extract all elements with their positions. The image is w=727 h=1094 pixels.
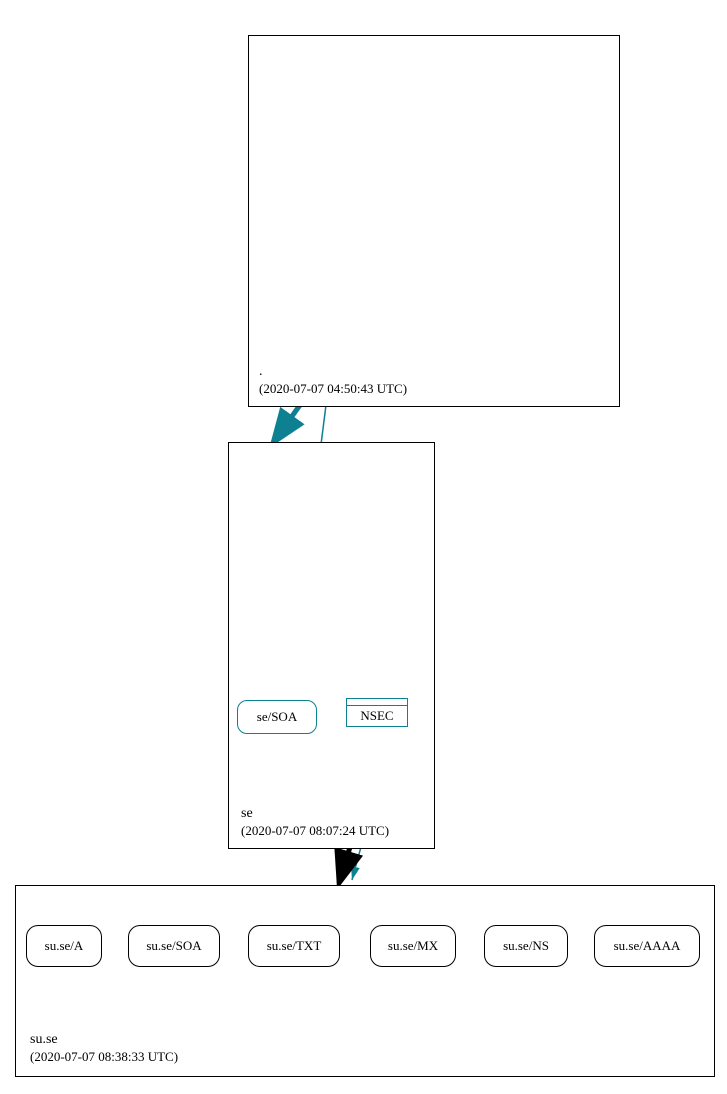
zone-suse-timestamp: (2020-07-07 08:38:33 UTC) bbox=[30, 1049, 178, 1066]
suse-rr-a: su.se/A bbox=[26, 925, 102, 967]
suse-rr-mx: su.se/MX bbox=[370, 925, 456, 967]
edge-se-to-suse-thick bbox=[340, 847, 350, 880]
se-nsec-record: NSEC bbox=[346, 698, 408, 727]
zone-se-name: se bbox=[241, 805, 389, 823]
zone-se-timestamp: (2020-07-07 08:07:24 UTC) bbox=[241, 823, 389, 840]
zone-se-box: se (2020-07-07 08:07:24 UTC) bbox=[228, 442, 435, 849]
edge-root-to-se-thick bbox=[275, 405, 300, 440]
suse-rr-soa: su.se/SOA bbox=[128, 925, 220, 967]
zone-suse-box: su.se (2020-07-07 08:38:33 UTC) bbox=[15, 885, 715, 1077]
zone-root-timestamp: (2020-07-07 04:50:43 UTC) bbox=[259, 381, 407, 398]
zone-root-name: . bbox=[259, 363, 407, 381]
zone-root-box: . (2020-07-07 04:50:43 UTC) bbox=[248, 35, 620, 407]
suse-rr-ns: su.se/NS bbox=[484, 925, 568, 967]
zone-suse-name: su.se bbox=[30, 1031, 178, 1049]
suse-rr-aaaa: su.se/AAAA bbox=[594, 925, 700, 967]
suse-rr-txt: su.se/TXT bbox=[248, 925, 340, 967]
se-soa-record: se/SOA bbox=[237, 700, 317, 734]
